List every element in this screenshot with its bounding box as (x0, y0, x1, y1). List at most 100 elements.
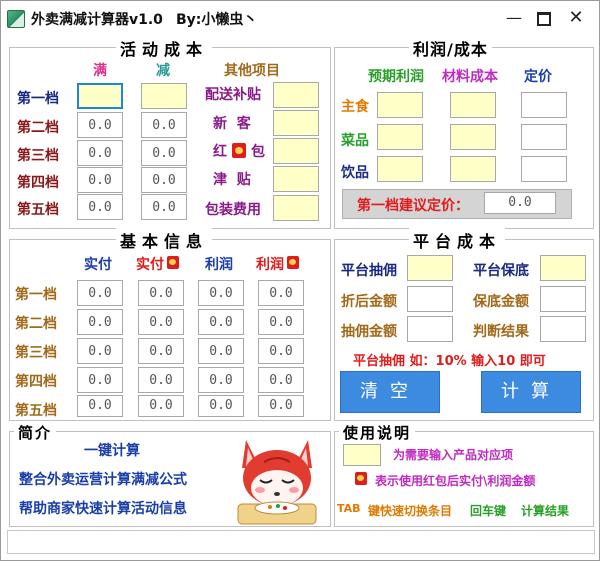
dish-expected-profit-input[interactable] (377, 124, 423, 150)
allowance-input[interactable] (273, 166, 319, 192)
tier1-full-input[interactable] (77, 83, 123, 109)
tier5-profit-red: 0.0 (258, 395, 304, 417)
tier5-full-input[interactable]: 0.0 (77, 194, 123, 220)
new-customer-input[interactable] (273, 110, 319, 136)
tier4-minus-input[interactable]: 0.0 (141, 167, 187, 193)
tier5-minus-input[interactable]: 0.0 (141, 194, 187, 220)
judge-result-label: 判断结果 (473, 324, 529, 340)
usage-tab-key: TAB (337, 502, 361, 515)
tier4-profit: 0.0 (198, 367, 244, 393)
info-tier-label-1: 第一档 (15, 287, 57, 303)
staple-material-cost-input[interactable] (450, 92, 496, 118)
usage-tab-desc: 键快速切换条目 (368, 504, 453, 518)
row-label-staple: 主食 (341, 99, 369, 115)
col-header-expected-profit: 预期利润 (368, 69, 424, 85)
suggested-price-value: 0.0 (484, 192, 556, 214)
suggested-price-label: 第一档建议定价： (357, 198, 469, 214)
commission-label: 平台抽佣 (341, 263, 397, 279)
tier1-profit-red: 0.0 (258, 280, 304, 306)
new-customer-label: 新 客 (213, 116, 251, 132)
tier1-actual-pay: 0.0 (77, 280, 123, 306)
staple-expected-profit-input[interactable] (377, 92, 423, 118)
col-header-actual-pay-red: 实付 (136, 257, 164, 273)
minimize-icon: — (506, 8, 522, 27)
tier2-profit: 0.0 (198, 309, 244, 335)
tier4-full-input[interactable]: 0.0 (77, 167, 123, 193)
tier1-minus-input[interactable] (141, 83, 187, 109)
packaging-fee-input[interactable] (273, 195, 319, 221)
tier3-actual-pay: 0.0 (77, 338, 123, 364)
tier-label-3: 第三档 (17, 148, 59, 164)
intro-panel: 简介 一键计算 整合外卖运营计算满减公式 帮助商家快速计算活动信息 (9, 422, 331, 527)
tier-label-5: 第五档 (17, 202, 59, 218)
platform-cost-title: 平台成本 (409, 228, 506, 252)
intro-line-3: 帮助商家快速计算活动信息 (19, 501, 187, 517)
dish-price-field[interactable] (521, 124, 567, 150)
basic-info-panel: 基本信息 实付 实付 利润 利润 第一档 第二档 第三档 第四档 第五档 0.0… (9, 228, 331, 421)
tier3-minus-input[interactable]: 0.0 (141, 140, 187, 166)
tier4-profit-red: 0.0 (258, 367, 304, 393)
tier-label-2: 第二档 (17, 120, 59, 136)
staple-price-field[interactable] (521, 92, 567, 118)
tier5-actual-pay-red: 0.0 (138, 395, 184, 417)
drink-expected-profit-input[interactable] (377, 156, 423, 182)
profit-red-packet-icon (287, 256, 299, 269)
tier4-actual-pay-red: 0.0 (138, 367, 184, 393)
col-header-material-cost: 材料成本 (442, 69, 498, 85)
col-header-price: 定价 (524, 69, 552, 85)
drink-price-field[interactable] (521, 156, 567, 182)
title-bar[interactable]: 外卖满减计算器v1.0 By:小懒虫丶 — ✕ (1, 1, 599, 35)
tier2-profit-red: 0.0 (258, 309, 304, 335)
tier4-actual-pay: 0.0 (77, 367, 123, 393)
red-packet-input[interactable] (273, 138, 319, 164)
usage-enter-desc: 计算结果 (521, 504, 570, 518)
commission-hint: 平台抽佣 如：10% 输入10 即可 (353, 354, 546, 369)
tier3-profit-red: 0.0 (258, 338, 304, 364)
usage-yellow-hint: 为需要输入产品对应项 (393, 448, 514, 462)
clear-button[interactable]: 清空 (340, 371, 440, 413)
app-window: 外卖满减计算器v1.0 By:小懒虫丶 — ✕ 活动成本 满 减 其他项目 第一… (0, 0, 600, 561)
tier2-full-input[interactable]: 0.0 (77, 112, 123, 138)
info-tier-label-5: 第五档 (15, 403, 57, 419)
maximize-button[interactable] (531, 7, 557, 29)
usage-enter-key: 回车键 (470, 504, 507, 518)
info-tier-label-2: 第二档 (15, 316, 57, 332)
col-header-actual-pay: 实付 (84, 257, 112, 273)
col-header-other: 其他项目 (224, 63, 280, 79)
info-tier-label-3: 第三档 (15, 345, 57, 361)
tier5-actual-pay: 0.0 (77, 395, 123, 417)
col-header-profit: 利润 (205, 257, 233, 273)
minimize-button[interactable]: — (501, 7, 527, 29)
window-title: 外卖满减计算器v1.0 (31, 12, 163, 28)
commission-input[interactable] (407, 255, 453, 281)
activity-cost-title: 活动成本 (116, 36, 213, 60)
close-icon: ✕ (568, 7, 584, 28)
calculate-button[interactable]: 计算 (481, 371, 581, 413)
intro-title: 简介 (14, 422, 57, 443)
usage-panel: 使用说明 为需要输入产品对应项 表示使用红包后实付\利润金额 TAB 键快速切换… (334, 422, 594, 527)
col-header-minus: 减 (156, 63, 170, 79)
delivery-subsidy-input[interactable] (273, 82, 319, 108)
close-button[interactable]: ✕ (563, 7, 589, 29)
col-header-profit-red: 利润 (256, 257, 284, 273)
tier1-profit: 0.0 (198, 280, 244, 306)
discount-amount-field (407, 286, 453, 312)
col-header-full: 满 (93, 63, 107, 79)
delivery-subsidy-label: 配送补贴 (205, 87, 261, 103)
drink-material-cost-input[interactable] (450, 156, 496, 182)
profit-cost-title: 利润/成本 (409, 36, 492, 60)
red-packet-icon (232, 143, 246, 158)
guarantee-input[interactable] (540, 255, 586, 281)
tier3-full-input[interactable]: 0.0 (77, 140, 123, 166)
intro-line-2: 整合外卖运营计算满减公式 (19, 472, 187, 488)
activity-cost-panel: 活动成本 满 减 其他项目 第一档 第二档 第三档 第四档 第五档 0.0 0.… (9, 36, 331, 229)
commission-amount-label: 抽佣金额 (341, 324, 397, 340)
row-label-drink: 饮品 (341, 165, 369, 181)
tier2-minus-input[interactable]: 0.0 (141, 112, 187, 138)
window-author: By:小懒虫丶 (176, 12, 258, 28)
tier2-actual-pay-red: 0.0 (138, 309, 184, 335)
judge-result-field (540, 316, 586, 342)
dish-material-cost-input[interactable] (450, 124, 496, 150)
tier2-actual-pay: 0.0 (77, 309, 123, 335)
maximize-icon (537, 12, 551, 26)
